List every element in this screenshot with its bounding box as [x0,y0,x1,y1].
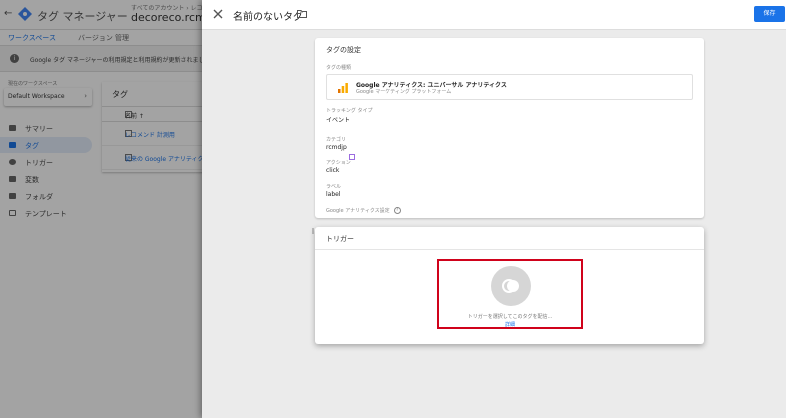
sheet-header: 名前のないタグ 保存 [202,0,786,30]
learn-more-link[interactable]: 詳細 [439,321,581,328]
save-button[interactable]: 保存 [754,6,785,22]
triggering-card[interactable]: トリガー トリガーを選択してこのタグを配信... 詳細 [315,227,704,344]
action-value: click [326,167,340,174]
label-value: label [326,191,341,198]
label-label: ラベル [326,184,342,190]
trigger-placeholder-icon[interactable] [491,266,531,306]
tag-type-label: タグの種類 [326,65,352,71]
folder-icon[interactable] [297,10,307,18]
trigger-title: トリガー [326,235,354,243]
ga-settings-label: Google アナリティクス設定 [326,208,390,214]
tag-editor-sheet: 名前のないタグ 保存 タグの設定 タグの種類 Google アナリティクス: ユ… [202,0,786,418]
category-value: rcmdjp [326,144,347,151]
action-label: アクション [326,160,351,166]
divider [312,228,314,234]
tag-type-selector[interactable]: Google アナリティクス: ユニバーサル アナリティクス Google マー… [326,74,693,100]
choose-trigger-area[interactable]: トリガーを選択してこのタグを配信... 詳細 [437,259,583,329]
tag-name-title[interactable]: 名前のないタグ [233,8,303,23]
category-label: カテゴリ [326,137,347,143]
tag-type-platform: Google マーケティング プラットフォーム [356,89,452,95]
config-title: タグの設定 [326,46,361,54]
tracking-type-value: イベント [326,117,351,124]
close-icon[interactable] [212,8,224,20]
trigger-icon [502,279,519,293]
divider [315,249,704,250]
trigger-hint: トリガーを選択してこのタグを配信... [467,314,553,320]
tracking-type-label: トラッキング タイプ [326,108,373,114]
ga-settings-row: Google アナリティクス設定? [326,207,401,214]
google-analytics-icon [338,83,348,93]
help-icon[interactable]: ? [393,207,401,214]
tag-configuration-card[interactable]: タグの設定 タグの種類 Google アナリティクス: ユニバーサル アナリティ… [315,38,704,218]
